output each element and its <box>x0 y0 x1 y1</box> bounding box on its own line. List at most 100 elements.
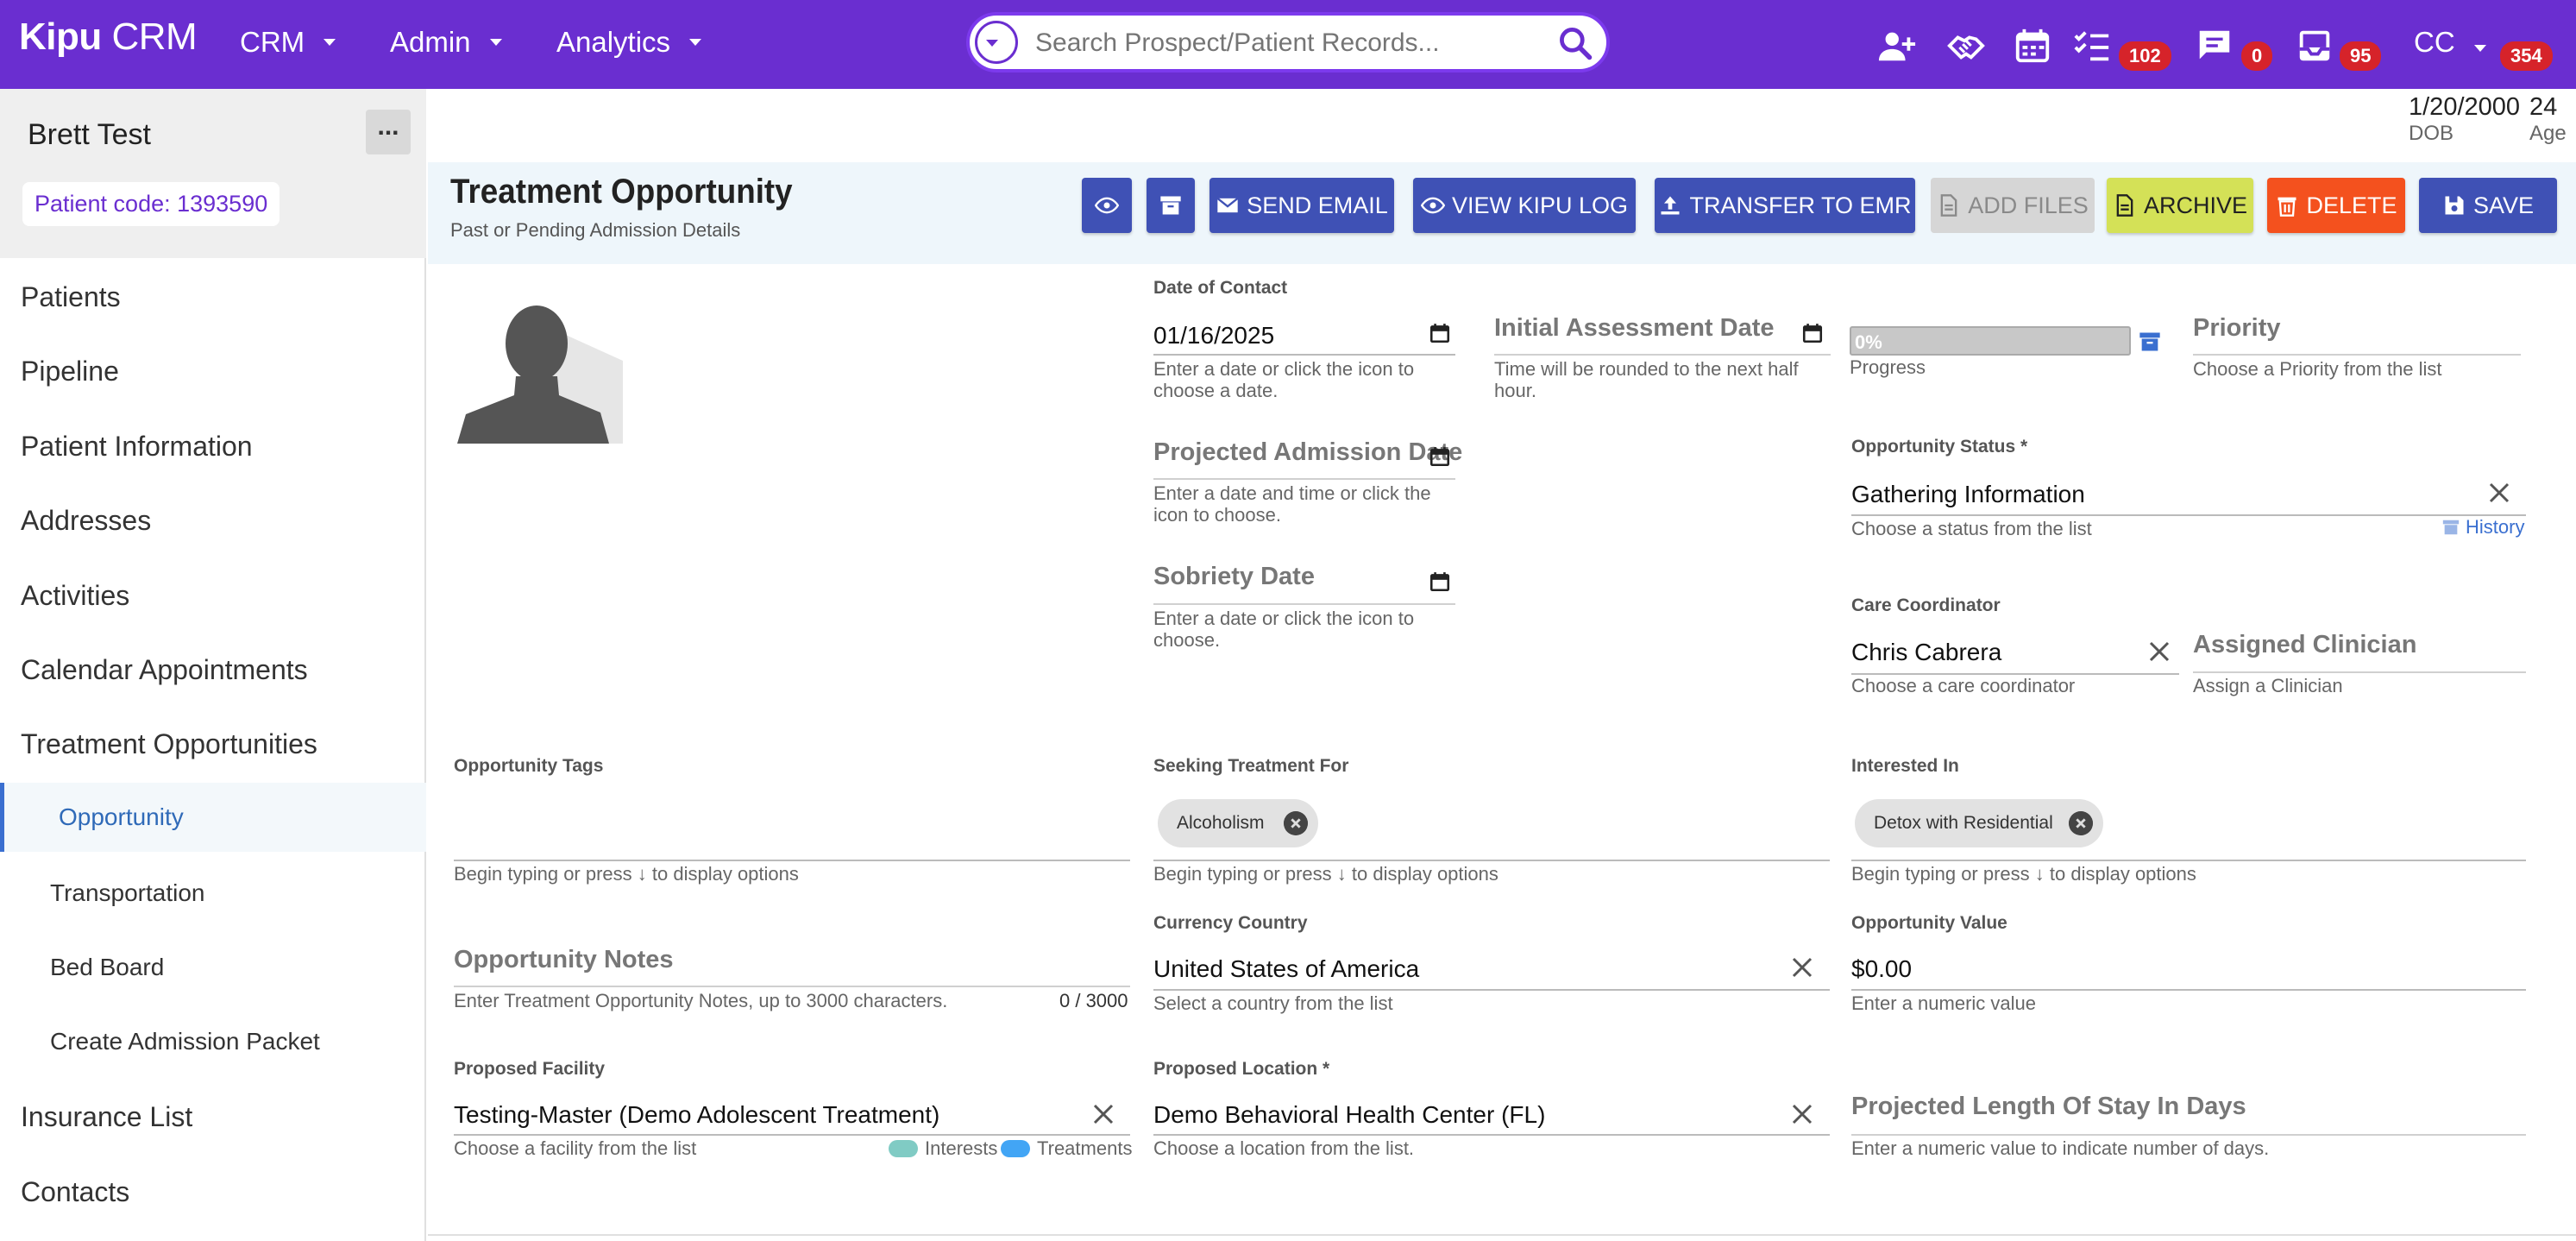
eye-icon <box>1420 197 1445 214</box>
opportunity-value-hint: Enter a numeric value <box>1851 992 2036 1014</box>
page-header: Treatment Opportunity Past or Pending Ad… <box>428 162 2576 264</box>
remove-chip-icon[interactable] <box>1284 811 1308 835</box>
more-options-button[interactable]: ... <box>366 110 411 154</box>
chevron-down-icon <box>2473 45 2486 52</box>
clear-icon[interactable] <box>2486 480 2512 506</box>
proposed-location-select[interactable]: Demo Behavioral Health Center (FL) <box>1153 1101 1545 1129</box>
search-filter-dropdown[interactable] <box>975 21 1018 64</box>
sobriety-date-underline <box>1153 603 1455 605</box>
calendar-icon[interactable] <box>1429 444 1451 469</box>
preview-button[interactable] <box>1082 178 1132 233</box>
page-title: Treatment Opportunity <box>450 173 793 211</box>
tasks-badge: 102 <box>2119 41 2171 71</box>
seeking-treatment-hint: Begin typing or press ↓ to display optio… <box>1153 863 1498 885</box>
priority-underline <box>2193 354 2521 356</box>
save-button[interactable]: SAVE <box>2419 178 2557 233</box>
proposed-facility-label: Proposed Facility <box>454 1059 606 1079</box>
opportunity-tags-hint: Begin typing or press ↓ to display optio… <box>454 863 799 885</box>
calendar-icon[interactable] <box>2013 26 2052 66</box>
sidebar-item-contacts[interactable]: Contacts <box>0 1176 426 1208</box>
projected-los-underline <box>1851 1134 2526 1136</box>
sidebar-item-opportunity[interactable]: Opportunity <box>0 783 426 852</box>
trash-icon <box>2278 197 2296 217</box>
projected-admission-label[interactable]: Projected Admission Date <box>1153 438 1462 467</box>
opportunity-value-label: Opportunity Value <box>1851 913 2007 933</box>
search-input[interactable] <box>1035 24 1536 62</box>
seeking-treatment-input[interactable] <box>1153 860 1830 861</box>
sobriety-date-hint: Enter a date or click the icon to choose… <box>1153 608 1415 651</box>
search-icon[interactable] <box>1556 24 1594 62</box>
nav-analytics[interactable]: Analytics <box>556 26 702 59</box>
calendar-icon[interactable] <box>1429 570 1451 594</box>
opportunity-value-input[interactable]: $0.00 <box>1851 955 1912 983</box>
currency-country-select[interactable]: United States of America <box>1153 955 1419 983</box>
sidebar-item-activities[interactable]: Activities <box>0 580 426 612</box>
messages-icon[interactable] <box>2195 26 2234 66</box>
initial-assessment-label[interactable]: Initial Assessment Date <box>1494 314 1775 343</box>
sidebar-item-calendar-appointments[interactable]: Calendar Appointments <box>0 654 426 686</box>
clear-icon[interactable] <box>1789 954 1815 980</box>
opportunity-status-select[interactable]: Gathering Information <box>1851 481 2085 508</box>
archive-box-icon <box>2442 520 2460 535</box>
opportunity-tags-input[interactable] <box>454 860 1130 861</box>
tasks-icon[interactable] <box>2072 26 2112 66</box>
projected-los-label[interactable]: Projected Length Of Stay In Days <box>1851 1093 2246 1121</box>
calendar-icon[interactable] <box>1801 321 1824 345</box>
top-bar: Kipu CRM CRM Admin Analytics 102 0 95 CC… <box>0 0 2576 89</box>
date-of-contact-input[interactable]: 01/16/2025 <box>1153 322 1274 350</box>
proposed-facility-select[interactable]: Testing-Master (Demo Adolescent Treatmen… <box>454 1101 939 1129</box>
proposed-facility-underline <box>454 1134 1130 1136</box>
opportunity-notes-counter: 0 / 3000 <box>1059 990 1128 1011</box>
currency-country-underline <box>1153 989 1830 991</box>
file-icon <box>2116 194 2133 217</box>
envelope-icon <box>1216 197 1239 213</box>
inbox-icon[interactable] <box>2295 26 2334 66</box>
nav-crm[interactable]: CRM <box>240 26 336 59</box>
priority-label[interactable]: Priority <box>2193 314 2281 343</box>
add-person-icon[interactable] <box>1877 26 1917 66</box>
upload-icon <box>1661 196 1680 215</box>
interested-in-input[interactable] <box>1851 860 2526 861</box>
sobriety-date-label[interactable]: Sobriety Date <box>1153 563 1315 591</box>
treatments-legend-label: Treatments <box>1037 1137 1133 1159</box>
sidebar-item-treatment-opportunities[interactable]: Treatment Opportunities <box>0 728 426 760</box>
sidebar-item-pipeline[interactable]: Pipeline <box>0 356 426 387</box>
sidebar-item-addresses[interactable]: Addresses <box>0 505 426 537</box>
opportunity-notes-label[interactable]: Opportunity Notes <box>454 946 674 974</box>
progress-bar: 0% <box>1850 326 2131 356</box>
interests-legend-label: Interests <box>925 1137 998 1159</box>
archive-button[interactable]: ARCHIVE <box>2107 178 2253 233</box>
clear-icon[interactable] <box>1789 1101 1815 1127</box>
archive-box-button[interactable] <box>1147 178 1195 233</box>
clear-icon[interactable] <box>2146 639 2172 665</box>
remove-chip-icon[interactable] <box>2069 811 2093 835</box>
sidebar-item-create-admission-packet[interactable]: Create Admission Packet <box>0 1028 426 1055</box>
user-menu[interactable]: CC <box>2414 26 2486 59</box>
app-logo[interactable]: Kipu CRM <box>19 16 198 59</box>
sidebar-item-transportation[interactable]: Transportation <box>0 879 426 907</box>
sidebar-item-insurance-list[interactable]: Insurance List <box>0 1101 426 1133</box>
calendar-icon[interactable] <box>1429 321 1451 345</box>
add-files-button[interactable]: ADD FILES <box>1931 178 2095 233</box>
assigned-clinician-label[interactable]: Assigned Clinician <box>2193 631 2416 659</box>
patient-avatar[interactable] <box>454 300 623 444</box>
opportunity-status-underline <box>1851 514 2526 516</box>
nav-admin[interactable]: Admin <box>390 26 502 59</box>
sidebar-item-patient-information[interactable]: Patient Information <box>0 431 426 463</box>
opportunity-tags-label: Opportunity Tags <box>454 756 604 776</box>
send-email-button[interactable]: SEND EMAIL <box>1209 178 1394 233</box>
sidebar-item-bed-board[interactable]: Bed Board <box>0 954 426 981</box>
handshake-icon[interactable] <box>1946 26 1986 66</box>
clear-icon[interactable] <box>1090 1101 1116 1127</box>
sidebar-item-patients[interactable]: Patients <box>0 281 426 313</box>
view-kipu-log-button[interactable]: VIEW KIPU LOG <box>1413 178 1636 233</box>
proposed-location-label: Proposed Location * <box>1153 1059 1330 1079</box>
transfer-to-emr-button[interactable]: TRANSFER TO EMR <box>1655 178 1915 233</box>
opportunity-status-hint: Choose a status from the list <box>1851 518 2092 539</box>
care-coordinator-label: Care Coordinator <box>1851 595 2001 615</box>
care-coordinator-select[interactable]: Chris Cabrera <box>1851 639 2001 666</box>
sidebar: Brett Test ... Patient code: 1393590 Pat… <box>0 89 426 1241</box>
history-link[interactable]: History <box>2441 516 2524 539</box>
delete-button[interactable]: DELETE <box>2267 178 2405 233</box>
archive-box-icon[interactable] <box>2138 330 2162 354</box>
